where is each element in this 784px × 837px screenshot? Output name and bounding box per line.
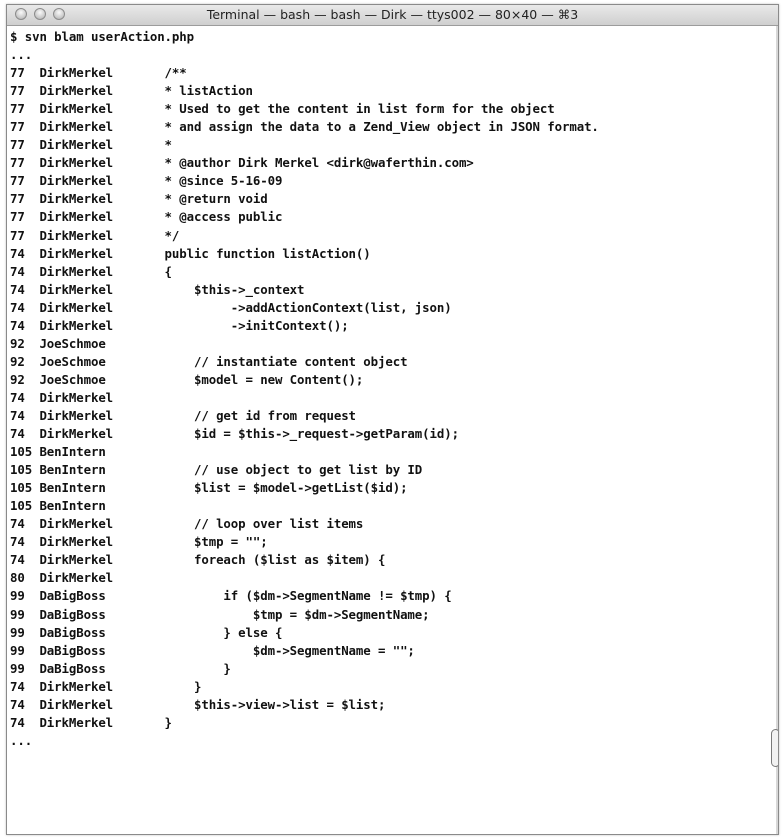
terminal-line: 74 DirkMerkel }: [10, 678, 202, 694]
terminal-line: 77 DirkMerkel * Used to get the content …: [10, 101, 555, 117]
resize-handle[interactable]: [771, 729, 778, 767]
terminal-line: 99 DaBigBoss } else {: [10, 624, 283, 640]
terminal-line: 74 DirkMerkel foreach ($list as $item) {: [10, 552, 386, 568]
terminal-line: 105 BenIntern: [10, 498, 106, 514]
terminal-line: 92 JoeSchmoe $model = new Content();: [10, 371, 364, 387]
terminal-line: 74 DirkMerkel $tmp = "";: [10, 534, 268, 550]
terminal-line: 74 DirkMerkel public function listAction…: [10, 245, 371, 261]
terminal-line: 74 DirkMerkel $this->_context: [10, 281, 305, 297]
terminal-line: 105 BenIntern // use object to get list …: [10, 462, 423, 478]
window-title: Terminal — bash — bash — Dirk — ttys002 …: [206, 7, 579, 22]
terminal-line: 77 DirkMerkel * @return void: [10, 191, 268, 207]
terminal-line: 92 JoeSchmoe: [10, 335, 106, 351]
terminal-line: 77 DirkMerkel * and assign the data to a…: [10, 119, 599, 135]
terminal-line: 77 DirkMerkel * @access public: [10, 209, 283, 225]
terminal-line: 80 DirkMerkel: [10, 570, 114, 586]
terminal-line: 77 DirkMerkel *: [10, 137, 172, 153]
terminal-line: ...: [10, 732, 33, 748]
terminal-line: 74 DirkMerkel // get id from request: [10, 407, 356, 423]
terminal-line: 74 DirkMerkel $this->view->list = $list;: [10, 696, 386, 712]
terminal-line: 74 DirkMerkel ->addActionContext(list, j…: [10, 299, 452, 315]
terminal-line: 74 DirkMerkel $id = $this->_request->get…: [10, 426, 459, 442]
terminal-output[interactable]: $ svn blam userAction.php... 77 DirkMerke…: [7, 26, 778, 834]
terminal-line: 99 DaBigBoss if ($dm->SegmentName != $tm…: [10, 588, 452, 604]
terminal-line: 92 JoeSchmoe // instantiate content obje…: [10, 353, 408, 369]
terminal-line: 99 DaBigBoss $dm->SegmentName = "";: [10, 642, 415, 658]
terminal-line: 74 DirkMerkel ->initContext();: [10, 317, 349, 333]
terminal-line: 77 DirkMerkel * listAction: [10, 83, 253, 99]
terminal-line: ...: [10, 47, 33, 63]
terminal-window: Terminal — bash — bash — Dirk — ttys002 …: [6, 4, 779, 835]
terminal-line: 105 BenIntern: [10, 444, 106, 460]
scrollbar-track[interactable]: [776, 26, 778, 834]
terminal-line: 105 BenIntern $list = $model->getList($i…: [10, 480, 408, 496]
terminal-line: 99 DaBigBoss $tmp = $dm->SegmentName;: [10, 606, 430, 622]
terminal-line: 74 DirkMerkel // loop over list items: [10, 516, 364, 532]
terminal-line: 77 DirkMerkel */: [10, 227, 180, 243]
terminal-line: 74 DirkMerkel: [10, 389, 114, 405]
title-bar[interactable]: Terminal — bash — bash — Dirk — ttys002 …: [7, 5, 778, 26]
terminal-line: 77 DirkMerkel * @author Dirk Merkel <dir…: [10, 155, 474, 171]
terminal-line: 74 DirkMerkel {: [10, 263, 172, 279]
terminal-line: 77 DirkMerkel /**: [10, 65, 187, 81]
terminal-line: 74 DirkMerkel }: [10, 714, 172, 730]
terminal-line: $ svn blam userAction.php: [10, 29, 194, 44]
terminal-line: 77 DirkMerkel * @since 5-16-09: [10, 173, 283, 189]
terminal-line: 99 DaBigBoss }: [10, 660, 231, 676]
